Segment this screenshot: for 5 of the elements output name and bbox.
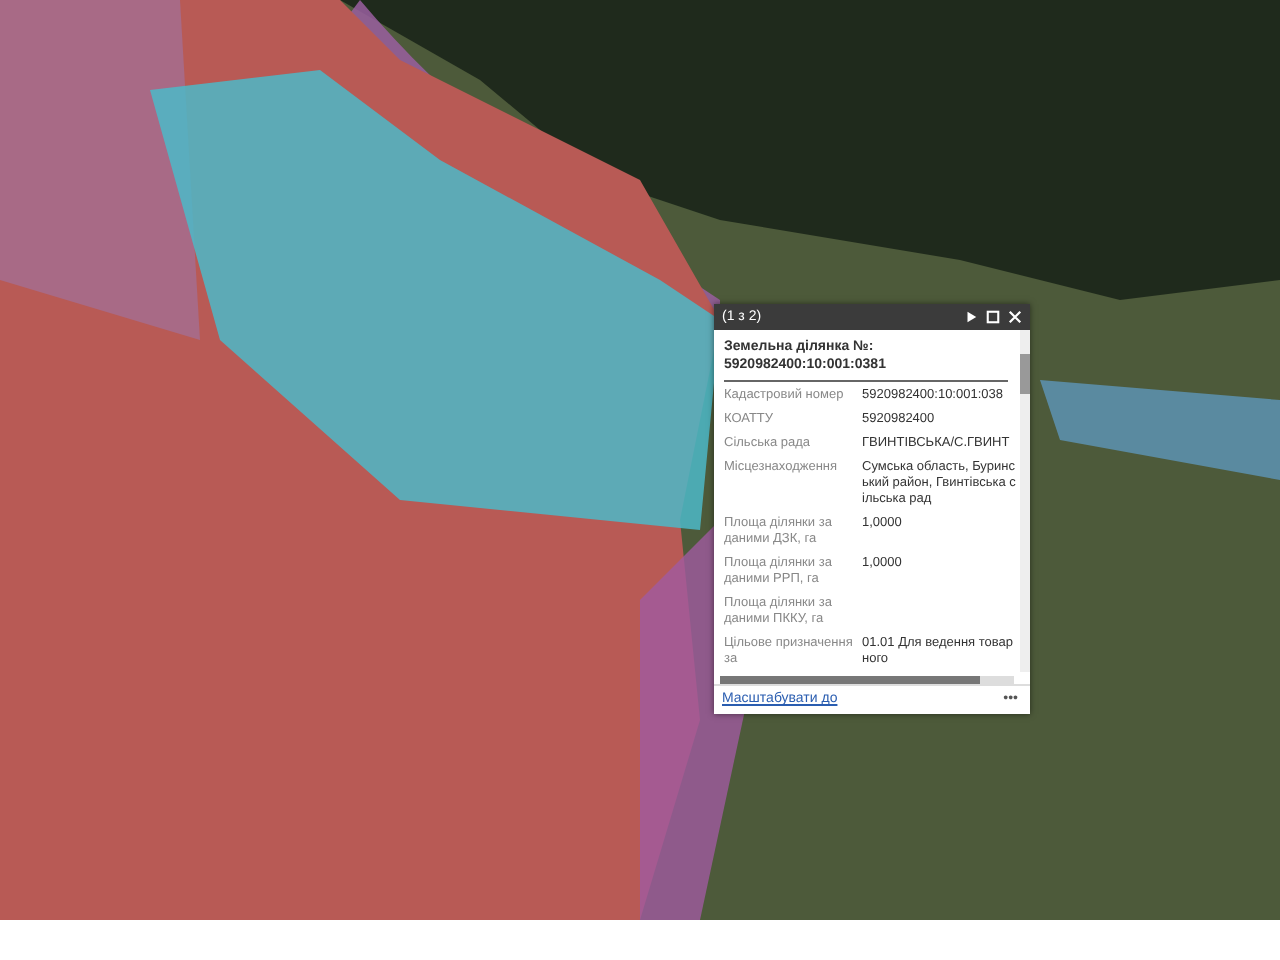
maximize-icon[interactable] [986,310,1000,324]
close-icon[interactable] [1008,310,1022,324]
next-icon[interactable] [964,310,978,324]
scrollbar-thumb[interactable] [720,676,980,684]
scrollbar-thumb[interactable] [1020,354,1030,394]
